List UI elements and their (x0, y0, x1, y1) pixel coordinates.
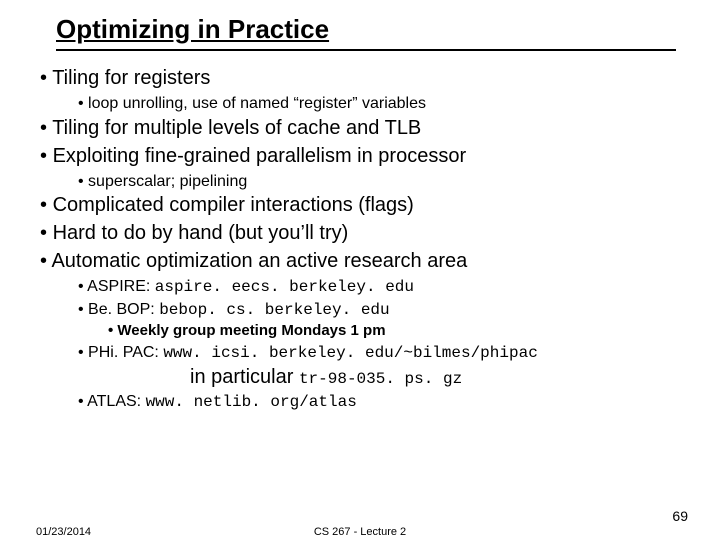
atlas-url: www. netlib. org/atlas (146, 393, 357, 411)
phipac-url: www. icsi. berkeley. edu/~bilmes/phipac (163, 344, 537, 362)
phipac-file: tr-98-035. ps. gz (299, 370, 462, 388)
sub-list: loop unrolling, use of named “register” … (76, 93, 684, 115)
sub-list: superscalar; pipelining (76, 171, 684, 193)
bullet-loop-unrolling: loop unrolling, use of named “register” … (76, 93, 684, 115)
bullet-bebop: Be. BOP: bebop. cs. berkeley. edu (76, 299, 684, 322)
bullet-parallelism: Exploiting fine-grained parallelism in p… (36, 143, 684, 169)
bullet-tiling-cache: Tiling for multiple levels of cache and … (36, 115, 684, 141)
bebop-label: Be. BOP: (88, 301, 159, 318)
phipac-cont: in particular tr-98-035. ps. gz (190, 364, 684, 391)
phipac-cont-label: in particular (190, 366, 299, 388)
bullet-superscalar: superscalar; pipelining (76, 171, 684, 193)
bullet-aspire: ASPIRE: aspire. eecs. berkeley. edu (76, 276, 684, 299)
bullet-list: Tiling for multiple levels of cache and … (36, 115, 684, 169)
phipac-label: PHi. PAC: (88, 344, 163, 361)
bullet-compiler-flags: Complicated compiler interactions (flags… (36, 192, 684, 218)
bullet-list: Complicated compiler interactions (flags… (36, 192, 684, 274)
slide-title: Optimizing in Practice (56, 14, 676, 51)
atlas-label: ATLAS: (87, 393, 145, 410)
bullet-atlas: ATLAS: www. netlib. org/atlas (76, 391, 684, 414)
bullet-auto-opt: Automatic optimization an active researc… (36, 248, 684, 274)
slide: Optimizing in Practice Tiling for regist… (0, 0, 720, 414)
aspire-url: aspire. eecs. berkeley. edu (155, 278, 414, 296)
footer-page-number: 69 (672, 508, 688, 524)
footer-center: CS 267 - Lecture 2 (0, 526, 720, 538)
bullet-weekly-meeting: Weekly group meeting Mondays 1 pm (106, 321, 684, 341)
bullet-tiling-registers: Tiling for registers (36, 65, 684, 91)
sub-list: ASPIRE: aspire. eecs. berkeley. edu Be. … (76, 276, 684, 321)
sub-sub-list: Weekly group meeting Mondays 1 pm (106, 321, 684, 341)
bullet-hard-by-hand: Hard to do by hand (but you’ll try) (36, 220, 684, 246)
sub-list: PHi. PAC: www. icsi. berkeley. edu/~bilm… (76, 342, 684, 414)
aspire-label: ASPIRE: (87, 278, 155, 295)
bullet-list: Tiling for registers (36, 65, 684, 91)
bullet-phipac: PHi. PAC: www. icsi. berkeley. edu/~bilm… (76, 342, 684, 392)
bebop-url: bebop. cs. berkeley. edu (159, 301, 389, 319)
